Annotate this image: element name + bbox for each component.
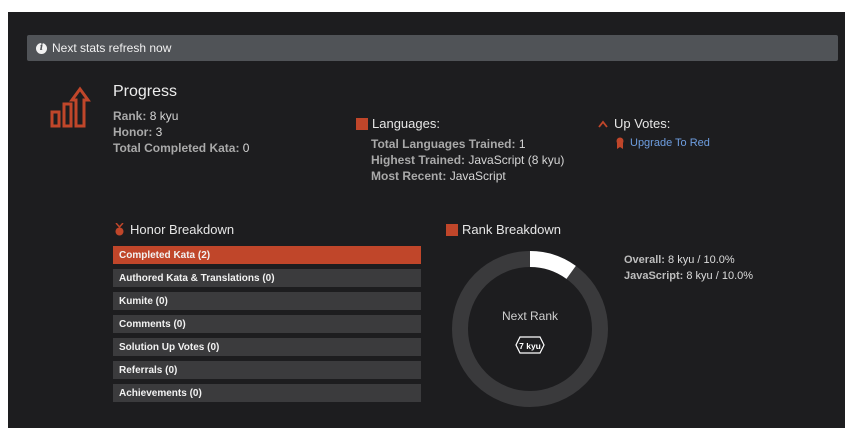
- upvotes-title: Up Votes:: [598, 116, 670, 131]
- honor-item-completed-kata[interactable]: Completed Kata (2): [113, 246, 421, 264]
- next-rank-label: Next Rank: [502, 309, 559, 323]
- honor-item-solution-up-votes[interactable]: Solution Up Votes (0): [113, 338, 421, 356]
- refresh-notice: i Next stats refresh now: [27, 35, 838, 61]
- languages-trained-stat: Total Languages Trained: 1: [371, 137, 526, 151]
- languages-icon: [356, 117, 368, 130]
- info-icon: i: [36, 42, 47, 54]
- honor-item-kumite[interactable]: Kumite (0): [113, 292, 421, 310]
- progress-title: Progress: [113, 83, 178, 100]
- upgrade-to-red-link[interactable]: Upgrade To Red: [616, 137, 710, 149]
- honor-item-comments[interactable]: Comments (0): [113, 315, 421, 333]
- notice-text: Next stats refresh now: [52, 41, 172, 55]
- rank-breakdown-title: Rank Breakdown: [446, 222, 561, 237]
- honor-item-authored-kata[interactable]: Authored Kata & Translations (0): [113, 269, 421, 287]
- chevron-up-icon: [598, 120, 608, 128]
- rank-overall: Overall: 8 kyu / 10.0%: [624, 254, 735, 266]
- languages-highest-stat: Highest Trained: JavaScript (8 kyu): [371, 153, 565, 167]
- honor-item-achievements[interactable]: Achievements (0): [113, 384, 421, 402]
- completed-kata-stat: Total Completed Kata: 0: [113, 141, 250, 155]
- rank-icon: [446, 223, 458, 236]
- medal-icon: [115, 223, 124, 236]
- languages-recent-stat: Most Recent: JavaScript: [371, 169, 506, 183]
- next-rank-value: 7 kyu: [519, 341, 541, 351]
- progress-chart-icon: [50, 86, 91, 128]
- languages-title: Languages:: [356, 116, 440, 131]
- honor-breakdown-title: Honor Breakdown: [115, 222, 234, 237]
- ring-progress-arc: [529, 251, 576, 280]
- rank-javascript: JavaScript: 8 kyu / 10.0%: [624, 270, 754, 282]
- ribbon-icon: [616, 137, 624, 149]
- rank-progress-ring: Next Rank 7 kyu: [452, 251, 608, 407]
- honor-item-referrals[interactable]: Referrals (0): [113, 361, 421, 379]
- honor-stat: Honor: 3: [113, 125, 163, 139]
- rank-stat: Rank: 8 kyu: [113, 109, 179, 123]
- ring-track: [452, 251, 608, 407]
